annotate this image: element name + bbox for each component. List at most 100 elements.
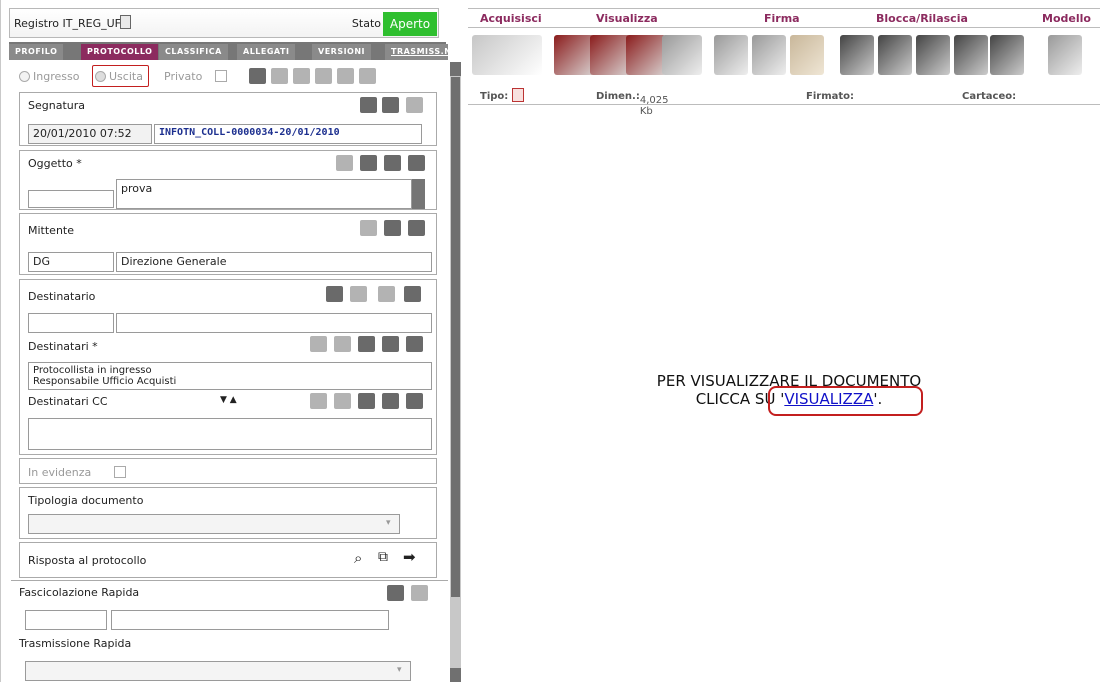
note-icon-2[interactable] xyxy=(358,336,375,352)
destinatari-cc-list[interactable] xyxy=(28,418,432,450)
visualizza-binary-button[interactable] xyxy=(626,35,666,75)
template-icon[interactable] xyxy=(271,68,288,84)
trasmissione-title: Trasmissione Rapida xyxy=(19,637,132,650)
sort-arrows-icon[interactable]: ▼ ▲ xyxy=(220,395,237,405)
oggetto-code-input[interactable] xyxy=(28,190,114,208)
scanner-icon[interactable] xyxy=(249,68,266,84)
confirm-button[interactable] xyxy=(990,35,1024,75)
destinatario-name-input[interactable] xyxy=(116,313,432,333)
uscita-highlight xyxy=(92,65,149,87)
acquisisci-button[interactable] xyxy=(472,35,542,75)
tab-classifica[interactable]: CLASSIFICA xyxy=(159,44,228,60)
panel-scrollbar[interactable] xyxy=(450,62,461,682)
group-icon[interactable] xyxy=(310,336,327,352)
tab-protocollo[interactable]: PROTOCOLLO xyxy=(81,44,159,60)
visualizza-edit-button[interactable] xyxy=(590,35,630,75)
group-icon-2[interactable] xyxy=(310,393,327,409)
toolbar-buttons xyxy=(468,29,1100,85)
ingresso-radio[interactable] xyxy=(19,71,30,82)
search-doc-icon[interactable] xyxy=(315,68,332,84)
arrow-right-icon[interactable]: ➡ xyxy=(403,548,416,566)
chevron-down-icon[interactable]: ▾ xyxy=(386,518,391,528)
destinatari-item[interactable]: Responsabile Ufficio Acquisti xyxy=(33,376,427,387)
destinatario-code-input[interactable] xyxy=(28,313,114,333)
spellcheck-icon[interactable] xyxy=(336,155,353,171)
document-icon[interactable] xyxy=(120,15,131,29)
privato-checkbox[interactable] xyxy=(215,70,227,82)
list-icon[interactable] xyxy=(408,155,425,171)
checkout-button[interactable] xyxy=(840,35,874,75)
pdf-icon xyxy=(512,88,524,102)
email-icon-2[interactable] xyxy=(334,393,351,409)
tipologia-section: Tipologia documento ▾ xyxy=(19,487,437,539)
sign-button[interactable] xyxy=(714,35,748,75)
chevron-down-icon-2[interactable]: ▾ xyxy=(397,665,402,675)
fascicolo-name-input[interactable] xyxy=(111,610,389,630)
visualizza-button[interactable] xyxy=(554,35,594,75)
list-icon-2[interactable] xyxy=(408,220,425,236)
note-icon[interactable] xyxy=(360,155,377,171)
scroll-up-arrow[interactable] xyxy=(450,62,461,76)
address-book-icon-2[interactable] xyxy=(350,286,367,302)
lookup-icon[interactable] xyxy=(384,220,401,236)
undo-checkout-button[interactable] xyxy=(916,35,950,75)
search-icon[interactable]: ⌕ xyxy=(354,549,362,567)
tipologia-title: Tipologia documento xyxy=(28,494,144,507)
firma-label: Firma xyxy=(764,12,800,25)
address-book-icon[interactable] xyxy=(360,220,377,236)
mittente-code-input[interactable]: DG xyxy=(28,252,114,272)
tab-trasmissioni[interactable]: TRASMISS.NI xyxy=(385,44,448,60)
eraser-icon[interactable] xyxy=(406,97,423,113)
trash-icon[interactable] xyxy=(406,336,423,352)
add-icon[interactable] xyxy=(378,286,395,302)
tab-allegati[interactable]: ALLEGATI xyxy=(237,44,296,60)
scroll-down-arrow[interactable] xyxy=(450,668,461,682)
trasmissione-select[interactable] xyxy=(25,661,411,681)
oggetto-text-input[interactable]: prova xyxy=(116,179,412,209)
modello-button[interactable] xyxy=(1048,35,1082,75)
pen-icon[interactable] xyxy=(337,68,354,84)
printer-icon-2[interactable] xyxy=(326,286,343,302)
destinatari-cc-title: Destinatari CC xyxy=(28,395,108,408)
sign-multi-button[interactable] xyxy=(752,35,786,75)
segnatura-title: Segnatura xyxy=(28,99,85,112)
registry-bar: Registro IT_REG_UFF Stato Aperto xyxy=(9,8,439,38)
registry-label: Registro IT_REG_UFF xyxy=(14,17,128,30)
segnatura-section: Segnatura 20/01/2010 07:52 INFOTN_COLL-0… xyxy=(19,92,437,146)
stamp-icon[interactable] xyxy=(382,97,399,113)
trash-icon-2[interactable] xyxy=(406,393,423,409)
mittente-name-input[interactable]: Direzione Generale xyxy=(116,252,432,272)
lookup-icon-3[interactable] xyxy=(382,393,399,409)
tree-icon[interactable] xyxy=(359,68,376,84)
email-icon[interactable] xyxy=(334,336,351,352)
checkin-button[interactable] xyxy=(878,35,912,75)
note-icon-3[interactable] xyxy=(358,393,375,409)
destinatari-list[interactable]: Protocollista in ingresso Responsabile U… xyxy=(28,362,432,390)
oggetto-scroll[interactable] xyxy=(412,179,425,209)
cancel-checkout-button[interactable] xyxy=(954,35,988,75)
folder-tree-icon[interactable] xyxy=(387,585,404,601)
smartcard-button[interactable] xyxy=(790,35,824,75)
tab-versioni[interactable]: VERSIONI xyxy=(312,44,372,60)
blocca-label: Blocca/Rilascia xyxy=(876,12,968,25)
abc-icon[interactable] xyxy=(384,155,401,171)
evidenza-checkbox[interactable] xyxy=(114,466,126,478)
toolbar-header: Acquisisci Visualizza Firma Blocca/Rilas… xyxy=(468,8,1100,28)
lookup-icon-2[interactable] xyxy=(382,336,399,352)
scroll-thumb[interactable] xyxy=(451,77,460,597)
visualizza-refresh-button[interactable] xyxy=(662,35,702,75)
register-icon[interactable] xyxy=(293,68,310,84)
folder-search-icon[interactable] xyxy=(411,585,428,601)
destinatari-item[interactable]: Protocollista in ingresso xyxy=(33,365,427,376)
link-icon[interactable]: ⧉ xyxy=(378,549,388,565)
tab-profilo[interactable]: PROFILO xyxy=(9,44,64,60)
tipologia-select[interactable] xyxy=(28,514,400,534)
tipo-label: Tipo: xyxy=(480,91,509,102)
list-icon-3[interactable] xyxy=(404,286,421,302)
risposta-title: Risposta al protocollo xyxy=(28,554,147,567)
printer-icon[interactable] xyxy=(360,97,377,113)
firmato-label: Firmato: xyxy=(806,91,855,102)
privato-label: Privato xyxy=(164,70,203,83)
fascicolo-code-input[interactable] xyxy=(25,610,107,630)
segnatura-code: INFOTN_COLL-0000034-20/01/2010 xyxy=(154,124,422,144)
